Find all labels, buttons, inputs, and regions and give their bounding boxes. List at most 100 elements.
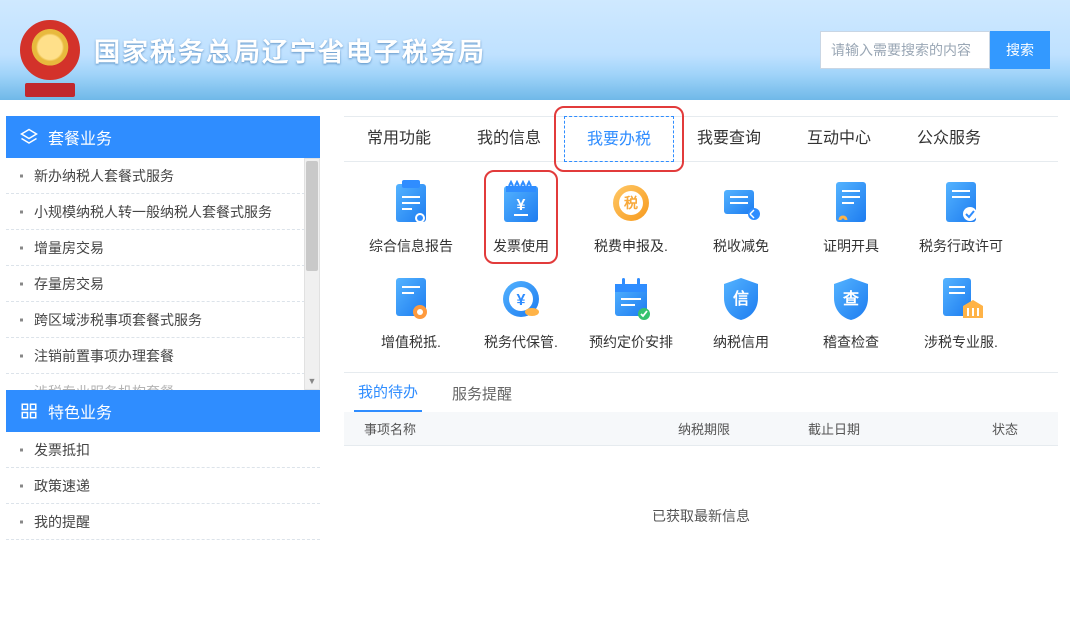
sidebar-item[interactable]: 我的提醒 [6, 504, 320, 540]
svg-text:查: 查 [843, 289, 859, 308]
cell-fapiaoshiyong[interactable]: ¥ 发票使用 [466, 180, 576, 256]
cell-shuiwuxingzheng[interactable]: 税务行政许可 [906, 180, 1016, 256]
site-title: 国家税务总局辽宁省电子税务局 [94, 32, 486, 69]
cell-jichajiancha[interactable]: 查 稽查检查 [796, 276, 906, 352]
sidebar-section-title: 套餐业务 [48, 125, 112, 149]
sidebar-item[interactable]: 注销前置事项办理套餐 [6, 338, 320, 374]
header-banner: 国家税务总局辽宁省电子税务局 搜索 [0, 0, 1070, 100]
tab-hudongzhongxin[interactable]: 互动中心 [784, 116, 894, 162]
search-wrap: 搜索 [820, 31, 1050, 69]
sidebar-item-label: 发票抵扣 [34, 440, 90, 460]
cell-label: 预约定价安排 [576, 332, 686, 352]
sidebar-item-label: 存量房交易 [34, 274, 104, 294]
cell-label: 税费申报及. [576, 236, 686, 256]
approve-icon [938, 180, 984, 226]
sidebar-item-label: 政策速递 [34, 476, 90, 496]
sidebar-item-label: 注销前置事项办理套餐 [34, 346, 174, 366]
subtab-fuwutixing[interactable]: 服务提醒 [448, 383, 516, 412]
shield-cha-icon: 查 [828, 276, 874, 322]
sidebar-item[interactable]: 发票抵扣 [6, 432, 320, 468]
sidebar-item[interactable]: 小规模纳税人转一般纳税人套餐式服务 [6, 194, 320, 230]
table-header: 事项名称 纳税期限 截止日期 状态 [344, 412, 1058, 446]
sidebar-item[interactable]: 跨区域涉税事项套餐式服务 [6, 302, 320, 338]
main-tabbar: 常用功能 我的信息 我要办税 我要查询 互动中心 公众服务 [344, 116, 1058, 162]
invoice-icon: ¥ [498, 180, 544, 226]
tab-woyaobanshui[interactable]: 我要办税 [564, 116, 674, 162]
cell-label: 发票使用 [466, 236, 576, 256]
service-grid: 综合信息报告 ¥ 发票使用 税 税费申报及. [344, 162, 1058, 352]
sidebar-item[interactable]: 存量房交易 [6, 266, 320, 302]
sidebar-item-label: 新办纳税人套餐式服务 [34, 166, 174, 186]
sidebar-item[interactable]: 涉税专业服务机构套餐 [6, 374, 320, 390]
sidebar-item[interactable]: 政策速递 [6, 468, 320, 504]
cell-label: 税务行政许可 [906, 236, 1016, 256]
cell-shuifeishenbao[interactable]: 税 税费申报及. [576, 180, 686, 256]
gear-doc-icon [388, 276, 434, 322]
col-shixiangmingcheng: 事项名称 [344, 419, 644, 438]
tab-changyong[interactable]: 常用功能 [344, 116, 454, 162]
sidebar-scroll-area: 新办纳税人套餐式服务 小规模纳税人转一般纳税人套餐式服务 增量房交易 存量房交易… [6, 158, 320, 390]
scroll-thumb[interactable] [306, 161, 318, 271]
cell-zengzhishui[interactable]: 增值税抵. [356, 276, 466, 352]
cell-zonghexinxi[interactable]: 综合信息报告 [356, 180, 466, 256]
sidebar-item-label: 小规模纳税人转一般纳税人套餐式服务 [34, 202, 272, 222]
subtab-wodedaiban[interactable]: 我的待办 [354, 381, 422, 412]
sidebar-item-label: 我的提醒 [34, 512, 90, 532]
cell-label: 综合信息报告 [356, 236, 466, 256]
cell-yuyuedingjia[interactable]: 预约定价安排 [576, 276, 686, 352]
layers-icon [20, 128, 38, 146]
svg-text:¥: ¥ [517, 197, 526, 214]
cell-shuishoujianmian[interactable]: 税收减免 [686, 180, 796, 256]
search-button[interactable]: 搜索 [990, 31, 1050, 69]
sidebar-item-label: 涉税专业服务机构套餐 [34, 382, 174, 391]
col-jiezhiriqi: 截止日期 [764, 419, 904, 438]
tax-emblem-icon [20, 20, 80, 80]
grid-row: 综合信息报告 ¥ 发票使用 税 税费申报及. [356, 180, 1058, 256]
grid-row: 增值税抵. ¥ 税务代保管. 预约定价安排 信 [356, 276, 1058, 352]
sidebar-section-header-package[interactable]: 套餐业务 [6, 116, 320, 158]
cell-label: 税务代保管. [466, 332, 576, 352]
cell-label: 税收减免 [686, 236, 796, 256]
cell-label: 涉税专业服. [906, 332, 1016, 352]
sidebar-item[interactable]: 新办纳税人套餐式服务 [6, 158, 320, 194]
sidebar: 套餐业务 新办纳税人套餐式服务 小规模纳税人转一般纳税人套餐式服务 增量房交易 … [0, 116, 320, 540]
subtab-bar: 我的待办 服务提醒 [344, 372, 1058, 412]
cell-sheshuizhuanye[interactable]: 涉税专业服. [906, 276, 1016, 352]
col-zhuangtai: 状态 [904, 419, 1058, 438]
sidebar-list-package: 新办纳税人套餐式服务 小规模纳税人转一般纳税人套餐式服务 增量房交易 存量房交易… [6, 158, 320, 390]
coin2-icon: ¥ [498, 276, 544, 322]
ticket-icon [718, 180, 764, 226]
grid-icon [20, 402, 38, 420]
sidebar-list-special: 发票抵扣 政策速递 我的提醒 [6, 432, 320, 540]
tab-wodexinxi[interactable]: 我的信息 [454, 116, 564, 162]
sidebar-item[interactable]: 增量房交易 [6, 230, 320, 266]
main: 套餐业务 新办纳税人套餐式服务 小规模纳税人转一般纳税人套餐式服务 增量房交易 … [0, 100, 1070, 540]
cell-label: 证明开具 [796, 236, 906, 256]
scroll-down-button[interactable]: ▼ [305, 373, 319, 389]
sidebar-section-header-special[interactable]: 特色业务 [6, 390, 320, 432]
cell-label: 稽查检查 [796, 332, 906, 352]
cell-shuiwudaibaoguan[interactable]: ¥ 税务代保管. [466, 276, 576, 352]
cell-label: 增值税抵. [356, 332, 466, 352]
scrollbar[interactable]: ▲ ▼ [304, 158, 320, 390]
search-input[interactable] [820, 31, 990, 69]
tab-gongzhongfuwu[interactable]: 公众服务 [894, 116, 1004, 162]
bank-icon [938, 276, 984, 322]
sidebar-section-title: 特色业务 [48, 399, 112, 423]
cell-zhengmingkaiju[interactable]: 证明开具 [796, 180, 906, 256]
shield-xin-icon: 信 [718, 276, 764, 322]
tab-woyaochaxun[interactable]: 我要查询 [674, 116, 784, 162]
col-nashuiqixian: 纳税期限 [644, 419, 764, 438]
status-message: 已获取最新信息 [344, 446, 1058, 526]
svg-text:税: 税 [624, 195, 638, 211]
content: 常用功能 我的信息 我要办税 我要查询 互动中心 公众服务 综合信息报告 ¥ [344, 116, 1070, 540]
svg-text:信: 信 [733, 289, 749, 308]
calendar-icon [608, 276, 654, 322]
coin-icon: 税 [608, 180, 654, 226]
cell-nashuixinyong[interactable]: 信 纳税信用 [686, 276, 796, 352]
svg-text:¥: ¥ [517, 292, 526, 309]
banner-left: 国家税务总局辽宁省电子税务局 [20, 20, 486, 80]
sidebar-item-label: 增量房交易 [34, 238, 104, 258]
cell-label: 纳税信用 [686, 332, 796, 352]
report-icon [388, 180, 434, 226]
